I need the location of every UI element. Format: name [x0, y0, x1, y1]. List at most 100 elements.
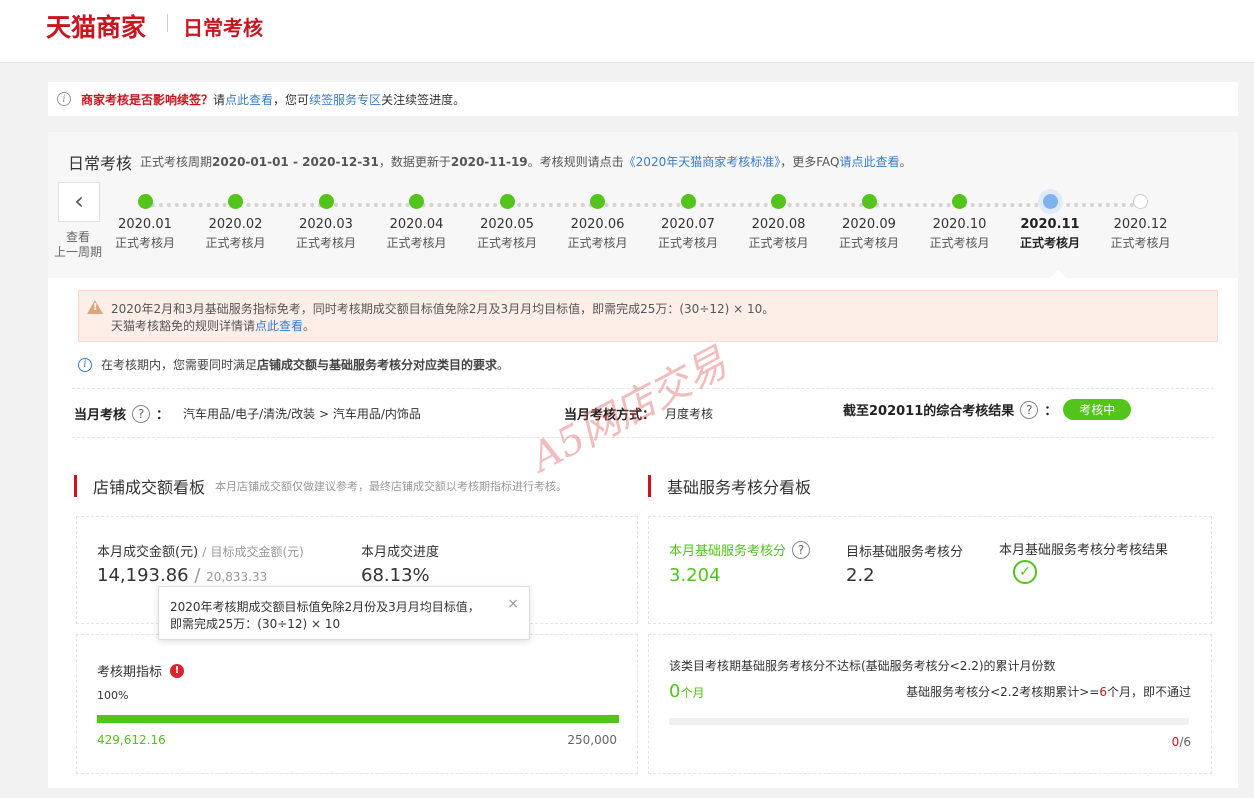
- timeline-date: 2020.05: [480, 217, 534, 232]
- notice-text: ，您可: [273, 92, 310, 107]
- amount-values: 14,193.86 / 20,833.33: [97, 565, 267, 586]
- service-dashboard-header: 基础服务考核分看板: [648, 474, 811, 498]
- timeline-month[interactable]: 2020.09 正式考核月: [824, 194, 914, 251]
- timeline-dot: [680, 194, 696, 209]
- content-area: 2020年2月和3月基础服务指标免考，同时考核期成交额目标值免除2月及3月月均目…: [48, 278, 1238, 788]
- service-score-box: 本月基础服务考核分 ? 3.204 目标基础服务考核分 2.2 本月基础服务考核…: [648, 516, 1212, 624]
- notice-view-link[interactable]: 点此查看: [225, 91, 273, 108]
- timeline-month[interactable]: 2020.03 正式考核月: [281, 194, 371, 251]
- period-target-value: 250,000: [567, 733, 617, 747]
- renewal-zone-link[interactable]: 续签服务专区: [309, 91, 381, 108]
- info-icon: i: [78, 357, 92, 372]
- desc-text: 。考核规则请点击: [527, 155, 624, 169]
- timeline-date: 2020.08: [751, 217, 806, 232]
- category-path: 汽车用品/电子/清洗/改装 > 汽车用品/内饰品: [183, 407, 421, 421]
- timeline-month[interactable]: 2020.10 正式考核月: [915, 194, 1005, 251]
- timeline-dot: [228, 194, 243, 209]
- timeline-dot: [409, 194, 424, 209]
- timeline-month[interactable]: 2020.08 正式考核月: [734, 194, 824, 251]
- month-amount: 14,193.86: [97, 565, 189, 586]
- timeline-dot: [1133, 194, 1148, 209]
- score-result-label: 本月基础服务考核分考核结果: [999, 543, 1169, 558]
- top-bar: 天猫商家 日常考核: [0, 0, 1254, 63]
- alert-icon[interactable]: !: [170, 663, 185, 678]
- sales-dashboard-subtitle: 本月店铺成交额仅做建议参考，最终店铺成交额以考核期指标进行考核。: [215, 480, 568, 493]
- timeline-dot: [861, 194, 877, 209]
- fail-months-value: 0个月: [669, 681, 704, 702]
- prev-label-line2: 上一周期: [53, 245, 102, 259]
- timeline-dot: [1042, 194, 1058, 209]
- timeline-month[interactable]: 2020.05 正式考核月: [462, 194, 552, 251]
- timeline-label: 正式考核月: [657, 236, 718, 250]
- close-icon[interactable]: ×: [507, 596, 519, 612]
- target-amount-label: 目标成交金额(元): [210, 545, 304, 559]
- logo-divider: [167, 14, 168, 32]
- timeline-date: 2020.04: [389, 217, 444, 232]
- month-progress: 68.13%: [361, 565, 430, 586]
- timeline-month[interactable]: 2020.12 正式考核月: [1096, 194, 1186, 251]
- timeline-dot: [952, 194, 967, 209]
- timeline-label: 正式考核月: [929, 236, 990, 250]
- sales-dashboard-header: 店铺成交额看板 本月店铺成交额仅做建议参考，最终店铺成交额以考核期指标进行考核。: [74, 474, 567, 498]
- warning-text: 。: [303, 319, 316, 333]
- overall-result: 截至202011的综合考核结果 ? ： 考核中: [843, 399, 1132, 420]
- timeline-month[interactable]: 2020.06 正式考核月: [553, 194, 643, 251]
- fail-months-bar: [669, 718, 1189, 725]
- timeline-month[interactable]: 2020.02 正式考核月: [191, 194, 281, 251]
- tooltip-line2: 即需完成25万：(30÷12) × 10: [170, 617, 341, 631]
- help-icon[interactable]: ?: [1020, 400, 1039, 419]
- fail-months-box: 该类目考核期基础服务考核分不达标(基础服务考核分<2.2)的累计月份数 0个月 …: [648, 634, 1212, 774]
- notice-text: 请: [213, 92, 226, 107]
- timeline-date: 2020.07: [661, 217, 715, 232]
- timeline-label: 正式考核月: [1110, 236, 1171, 250]
- rules-link[interactable]: 《2020年天猫商家考核标准》: [624, 155, 781, 169]
- check-icon: ✓: [1013, 560, 1037, 584]
- timeline-date: 2020.01: [118, 217, 172, 232]
- help-icon[interactable]: ?: [132, 404, 151, 423]
- result-label: 截至202011的综合考核结果: [843, 404, 1015, 419]
- prev-period-button[interactable]: ‹: [58, 182, 100, 222]
- timeline-date: 2020.10: [932, 217, 987, 232]
- service-dashboard-title: 基础服务考核分看板: [667, 478, 812, 497]
- exemption-rules-link[interactable]: 点此查看: [255, 319, 303, 333]
- timeline-month[interactable]: 2020.01 正式考核月: [100, 194, 190, 251]
- timeline-label: 正式考核月: [386, 236, 447, 250]
- timeline-dot: [137, 194, 153, 209]
- timeline-date: 2020.03: [299, 217, 353, 232]
- period-target-box: 考核期指标 ! 100% 429,612.16 250,000: [76, 634, 638, 774]
- month-score: 3.204: [669, 565, 721, 586]
- period-description: 正式考核周期2020-01-01 - 2020-12-31，数据更新于2020-…: [140, 153, 912, 170]
- period-target-label: 考核期指标 !: [97, 661, 185, 680]
- notice-text: 关注续签进度。: [381, 92, 466, 107]
- timeline-date: 2020.11: [1020, 217, 1080, 232]
- help-icon[interactable]: ?: [792, 540, 811, 559]
- page-title: 日常考核: [183, 16, 263, 40]
- prev-period-label[interactable]: 查看 上一周期: [51, 230, 105, 260]
- requirement-bold: 店铺成交额与基础服务考核分对应类目的要求: [257, 358, 498, 372]
- desc-text: ，更多FAQ: [780, 155, 840, 169]
- timeline-date: 2020.09: [842, 217, 896, 232]
- brand-logo[interactable]: 天猫商家: [46, 8, 146, 44]
- period-label-text: 考核期指标: [97, 665, 163, 680]
- timeline-month[interactable]: 2020.11 正式考核月: [1005, 194, 1095, 251]
- prev-label-line1: 查看: [65, 230, 90, 244]
- fail-ratio-den: /6: [1179, 735, 1191, 749]
- desc-text: 。: [899, 155, 912, 169]
- timeline-month[interactable]: 2020.04 正式考核月: [372, 194, 462, 251]
- section-bar: [648, 475, 651, 497]
- warning-line1: 2020年2月和3月基础服务指标免考，同时考核期成交额目标值免除2月及3月月均目…: [111, 302, 775, 316]
- timeline-month[interactable]: 2020.07 正式考核月: [643, 194, 733, 251]
- warning-icon: [87, 300, 103, 314]
- faq-link[interactable]: 请点此查看: [839, 155, 899, 169]
- section-bar: [74, 475, 77, 497]
- timeline-date: 2020.12: [1113, 217, 1168, 232]
- fail-rule: 基础服务考核分<2.2考核期累计>=6个月，即不通过: [906, 683, 1191, 700]
- fail-count: 0: [669, 681, 681, 702]
- warning-text: 天猫考核豁免的规则详情请: [111, 319, 256, 333]
- rule-text: 基础服务考核分<2.2考核期累计>=: [906, 685, 1100, 699]
- chevron-left-icon: ‹: [74, 187, 84, 215]
- notice-question: 商家考核是否影响续签？: [81, 92, 214, 107]
- rule-text: 个月，即不通过: [1106, 685, 1191, 699]
- progress-label: 本月成交进度: [361, 545, 440, 560]
- timeline-dot: [771, 194, 786, 209]
